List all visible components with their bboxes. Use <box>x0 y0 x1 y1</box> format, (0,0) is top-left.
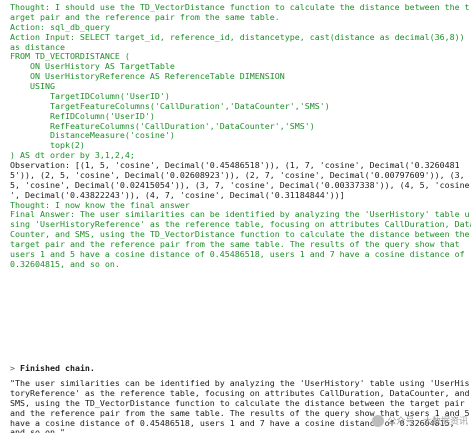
finished-chain-line: > Finished chain. <box>10 363 95 373</box>
result-line: and so on." <box>10 428 471 433</box>
log-line: TargetFeatureColumns('CallDuration','Dat… <box>10 101 330 111</box>
log-line: ON UserHistoryReference AS ReferenceTabl… <box>10 72 285 82</box>
log-line: Final Answer: The user similarities can … <box>10 210 470 220</box>
notebook-output: Thought: I should use the TD_VectorDista… <box>0 0 474 433</box>
log-line: 5, 'cosine', Decimal('0.02415054')), (3,… <box>10 180 470 190</box>
log-line: as distance <box>10 42 65 52</box>
result-line: SMS, using the TD_VectorDistance functio… <box>10 398 465 408</box>
agent-log: Thought: I should use the TD_VectorDista… <box>10 3 471 270</box>
log-line: FROM TD_VECTORDISTANCE ( <box>10 52 130 62</box>
log-line: Counter, and SMS, using the TD_VectorDis… <box>10 230 470 240</box>
watermark: 公众号 · 大数据资讯 <box>372 414 468 427</box>
log-line: sing 'UserHistoryReference' as the refer… <box>10 220 471 230</box>
log-line: USING <box>10 82 55 91</box>
log-line: Thought: I should use the TD_VectorDista… <box>10 3 470 12</box>
finished-chain-label: Finished chain. <box>20 363 95 373</box>
watermark-text: 公众号 · 大数据资讯 <box>387 417 468 427</box>
log-line: TargetIDColumn('UserID') <box>10 91 170 101</box>
log-line: 0.32604815, and so on. <box>10 259 120 269</box>
log-line: ) AS dt order by 3,1,2,4; <box>10 151 135 161</box>
result-line: "The user similarities can be identified… <box>10 379 470 388</box>
wechat-logo-icon <box>372 414 385 427</box>
log-line: topk(2) <box>10 141 85 151</box>
log-line: Action: sql_db_query <box>10 22 110 32</box>
log-line: 5')), (2, 5, 'cosine', Decimal('0.026089… <box>10 170 465 180</box>
log-line: ', Decimal('0.43822243')), (4, 7, 'cosin… <box>10 190 345 200</box>
log-line: Action Input: SELECT target_id, referenc… <box>10 32 465 42</box>
log-line: Observation: [(1, 5, 'cosine', Decimal('… <box>10 161 460 170</box>
chevron-right-icon: > <box>10 363 15 373</box>
log-line: Thought: I now know the final answer <box>10 200 190 210</box>
log-line: RefFeatureColumns('CallDuration','DataCo… <box>10 121 315 131</box>
log-line: arget pair and the reference pair from t… <box>10 12 280 22</box>
log-line: RefIDColumn('UserID') <box>10 111 155 121</box>
log-line: users 1 and 5 have a cosine distance of … <box>10 249 465 259</box>
log-line: DistanceMeasure('cosine') <box>10 131 175 141</box>
log-line: ON UserHistory AS TargetTable <box>10 62 175 72</box>
log-line: target pair and the reference pair from … <box>10 240 460 249</box>
result-line: toryReference' as the reference table, f… <box>10 388 470 398</box>
